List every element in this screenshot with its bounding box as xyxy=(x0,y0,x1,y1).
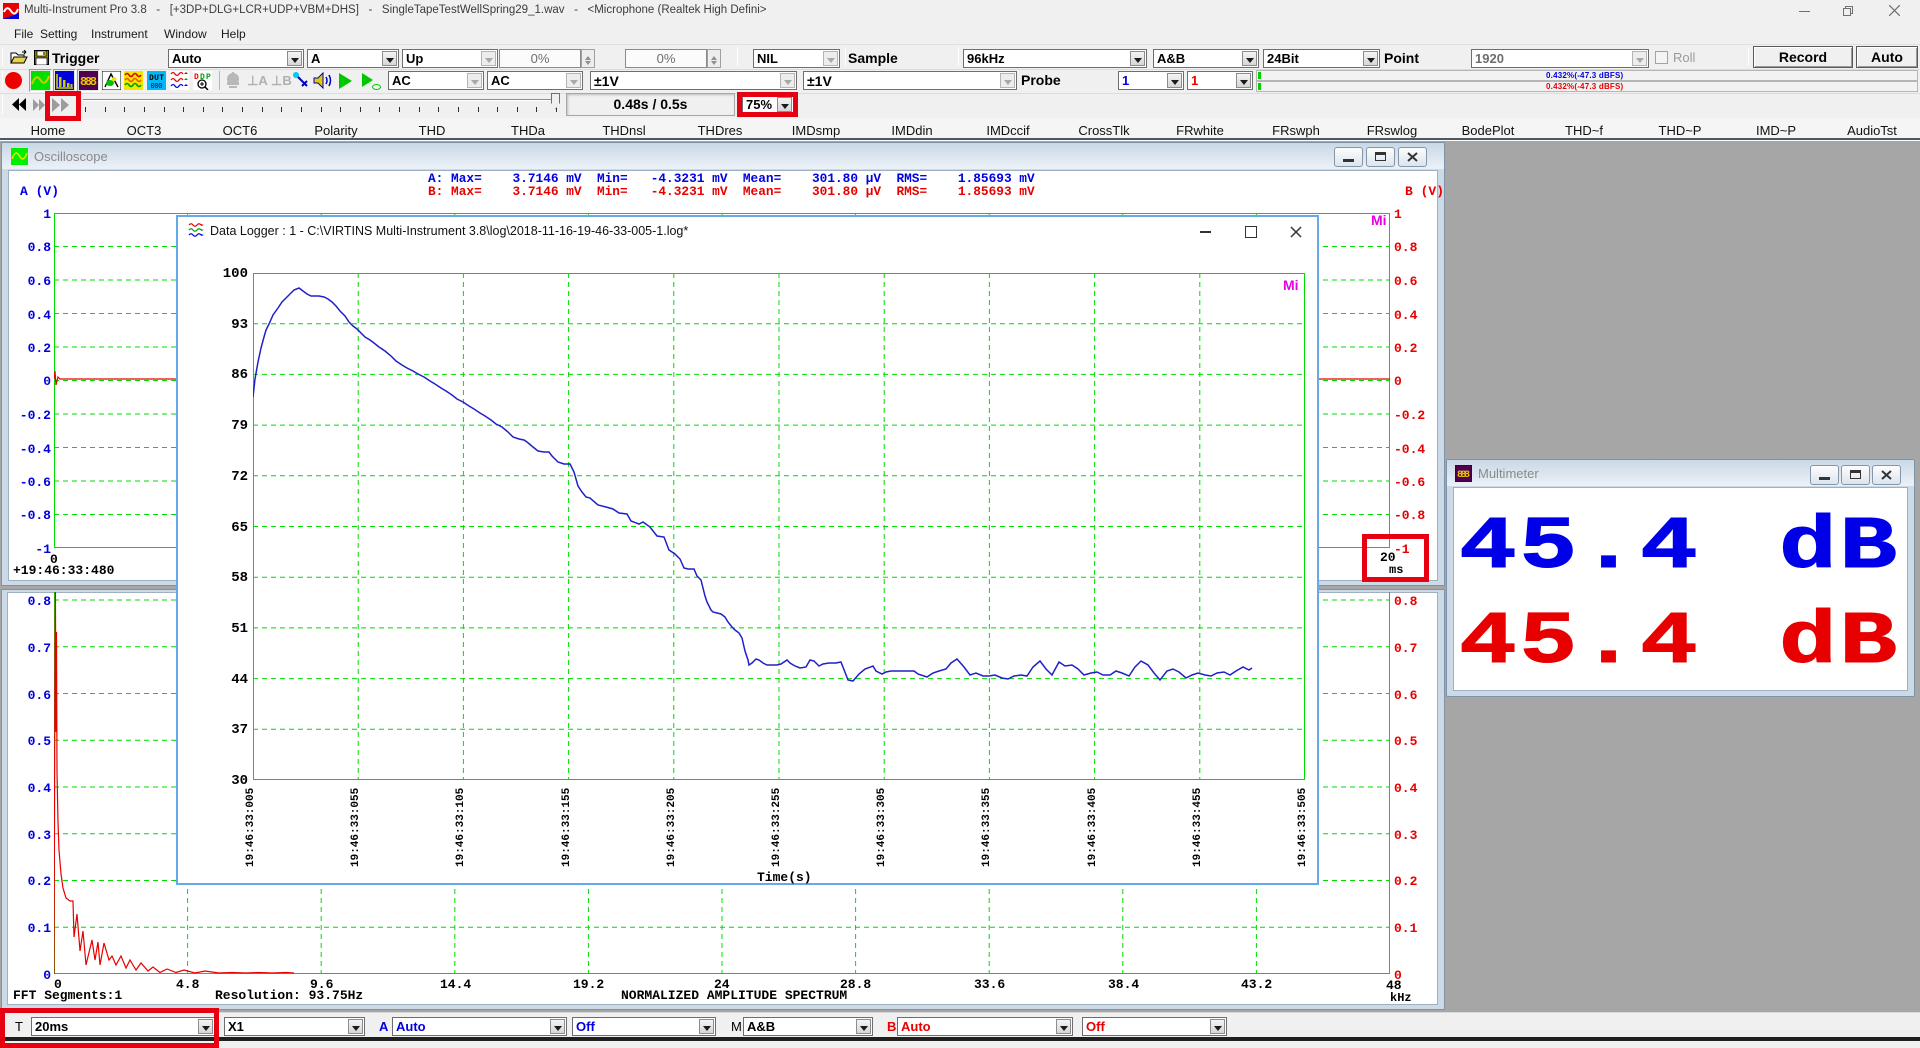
svg-text:888: 888 xyxy=(1457,470,1470,481)
svg-text:888: 888 xyxy=(80,75,97,89)
svg-text:000: 000 xyxy=(151,83,163,90)
svg-text:P: P xyxy=(206,73,211,82)
svg-text:DUT: DUT xyxy=(149,74,164,83)
svg-text:D: D xyxy=(194,73,199,82)
